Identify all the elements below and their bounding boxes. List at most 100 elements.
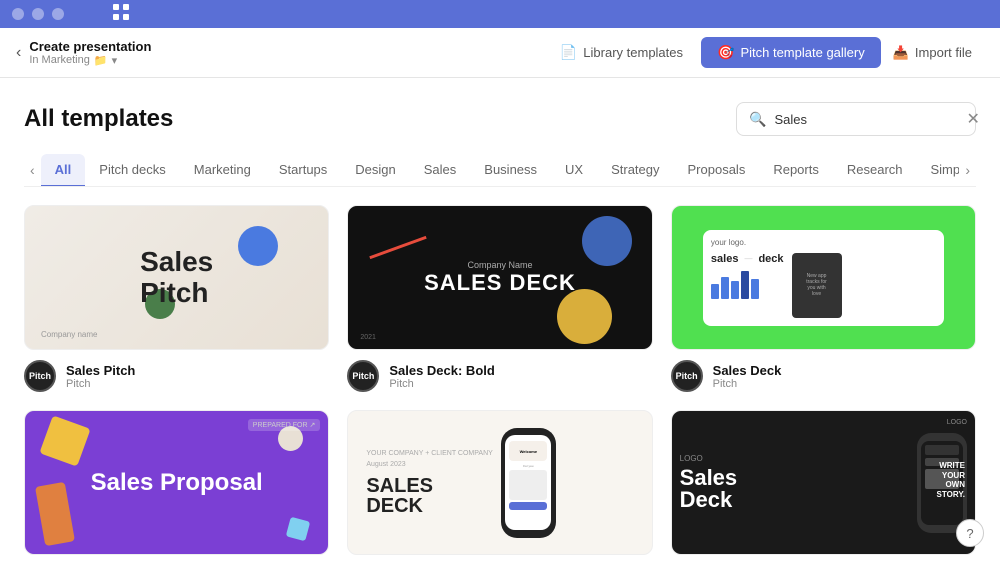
bar-4: [741, 271, 749, 299]
template-thumb-sales-deck-bold: Company Name SALES DECK 2021: [347, 205, 652, 350]
create-presentation-info: Create presentation In Marketing 📁 ▾: [29, 39, 544, 67]
filter-tab-marketing[interactable]: Marketing: [180, 154, 265, 186]
grid-icon[interactable]: [112, 3, 130, 26]
template-thumb-simple-sales: YOUR COMPANY + CLIENT COMPANY August 202…: [347, 410, 652, 555]
deck-big-text: DECK: [366, 496, 492, 516]
bar-1: [711, 284, 719, 299]
tab-library-label: Library templates: [583, 45, 683, 60]
sales-deck-bold-text: SALES DECK: [424, 270, 576, 296]
async-sales-text: Sales: [680, 467, 901, 489]
create-presentation-subtitle: In Marketing 📁 ▾: [29, 54, 544, 67]
create-presentation-title: Create presentation: [29, 39, 544, 54]
deco-blue-circle: [238, 226, 278, 266]
page-title: All templates: [24, 105, 173, 133]
filter-tab-strategy[interactable]: Strategy: [597, 154, 673, 186]
template-thumb-sales-pitch: SalesPitch Company name: [24, 205, 329, 350]
template-card-sales-proposal[interactable]: Sales Proposal PREPARED FOR ↗ Pitch Sale…: [24, 410, 329, 563]
prepared-badge: PREPARED FOR ↗: [248, 419, 321, 431]
filter-tab-simple[interactable]: Simple: [917, 154, 960, 186]
welcome-banner: Welcome: [509, 441, 547, 461]
deco-orange-rect: [35, 482, 75, 546]
async-write-text: WRITEYOUROWNSTORY.: [937, 461, 965, 499]
bar-chart: [711, 269, 784, 299]
company-name-small: Company name: [41, 330, 97, 339]
clear-search-button[interactable]: ✕: [966, 109, 979, 129]
back-button[interactable]: ‹: [16, 44, 21, 62]
subtitle-marketing: ▾: [112, 54, 118, 67]
help-button[interactable]: ?: [956, 519, 984, 547]
import-button[interactable]: 📥 Import file: [881, 39, 984, 67]
filter-tab-startups[interactable]: Startups: [265, 154, 341, 186]
date-text: August 2023: [366, 461, 492, 468]
for-you-text: For you: [509, 464, 547, 468]
template-meta-sales-deck-bold: Pitch Sales Deck: Bold Pitch: [347, 360, 652, 392]
sales-big-text: SALES: [366, 476, 492, 496]
filter-tab-sales[interactable]: Sales: [410, 154, 471, 186]
year-text: 2021: [360, 334, 376, 341]
sales-pitch-text: SalesPitch: [140, 247, 213, 309]
filter-prev-button[interactable]: ‹: [24, 156, 41, 184]
search-bar[interactable]: 🔍 ✕: [736, 102, 976, 136]
template-info-sales-pitch: Sales Pitch Pitch: [66, 363, 135, 390]
filter-tab-reports[interactable]: Reports: [759, 154, 833, 186]
template-card-sales-deck-bold[interactable]: Company Name SALES DECK 2021 Pitch Sales…: [347, 205, 652, 392]
sales-deck-text-side: sales — deck: [711, 253, 784, 299]
company-name-bold: Company Name: [467, 260, 532, 270]
filter-bar: ‹ All Pitch decks Marketing Startups Des…: [24, 154, 976, 187]
async-logo: LOGO: [680, 454, 901, 463]
template-card-sales-pitch[interactable]: SalesPitch Company name Pitch Sales Pitc…: [24, 205, 329, 392]
template-meta-sales-pitch: Pitch Sales Pitch Pitch: [24, 360, 329, 392]
deco-blue-rect: [286, 517, 310, 541]
deco-yellow-circle: [557, 289, 612, 344]
page-header: All templates 🔍 ✕: [24, 102, 976, 136]
traffic-light-max[interactable]: [52, 8, 64, 20]
filter-tab-ux[interactable]: UX: [551, 154, 597, 186]
tab-pitch-gallery[interactable]: 🎯 Pitch template gallery: [701, 37, 881, 68]
help-icon: ?: [966, 526, 973, 541]
tab-library[interactable]: 📄 Library templates: [544, 37, 699, 68]
sales-proposal-text: Sales Proposal: [91, 469, 263, 497]
template-source-sales-deck-bold: Pitch: [389, 378, 495, 390]
subtitle-text: In Marketing: [29, 54, 90, 66]
sales-deck-header: your logo.: [711, 238, 936, 247]
template-name-sales-deck-bold: Sales Deck: Bold: [389, 363, 495, 378]
filter-tab-all[interactable]: All: [41, 154, 86, 186]
template-meta-sales-deck: Pitch Sales Deck Pitch: [671, 360, 976, 392]
async-deck-text: Deck: [680, 489, 901, 511]
filter-tab-research[interactable]: Research: [833, 154, 917, 186]
pitch-avatar-sales-pitch: Pitch: [24, 360, 56, 392]
title-bar: [0, 0, 1000, 28]
cta-button: [509, 502, 547, 510]
async-logo2: LOGO: [947, 419, 967, 426]
filter-tab-business[interactable]: Business: [470, 154, 551, 186]
device-mockup: New apptracks foryou withlove: [792, 253, 842, 318]
deco-yellow-rect: [39, 415, 90, 466]
folder-icon: 📁: [94, 54, 108, 67]
template-card-simple-sales[interactable]: YOUR COMPANY + CLIENT COMPANY August 202…: [347, 410, 652, 563]
traffic-light-min[interactable]: [32, 8, 44, 20]
filter-tab-design[interactable]: Design: [341, 154, 409, 186]
filter-next-button[interactable]: ›: [959, 156, 976, 184]
search-input[interactable]: [774, 112, 950, 127]
template-card-sales-deck[interactable]: your logo. sales — deck: [671, 205, 976, 392]
traffic-light-close[interactable]: [12, 8, 24, 20]
template-name-sales-pitch: Sales Pitch: [66, 363, 135, 378]
deco-blue-circle2: [582, 216, 632, 266]
template-info-sales-deck-bold: Sales Deck: Bold Pitch: [389, 363, 495, 390]
filter-tab-pitch-decks[interactable]: Pitch decks: [85, 154, 179, 186]
simple-sales-text: YOUR COMPANY + CLIENT COMPANY August 202…: [366, 450, 492, 516]
template-name-sales-deck: Sales Deck: [713, 363, 782, 378]
template-source-sales-pitch: Pitch: [66, 378, 135, 390]
back-arrow-icon: ‹: [16, 44, 21, 62]
bar-3: [731, 281, 739, 299]
library-icon: 📄: [560, 44, 577, 61]
async-screen-bar1: [925, 445, 959, 455]
import-label: Import file: [915, 45, 972, 60]
template-card-async-sales[interactable]: LOGO Sales Deck WRITEYOUROWNSTORY. LOGO …: [671, 410, 976, 563]
search-icon: 🔍: [749, 111, 766, 128]
filter-tab-proposals[interactable]: Proposals: [674, 154, 760, 186]
top-nav: ‹ Create presentation In Marketing 📁 ▾ 📄…: [0, 28, 1000, 78]
import-icon: 📥: [893, 45, 909, 61]
deco-red-line: [370, 236, 427, 259]
company-client: YOUR COMPANY + CLIENT COMPANY: [366, 450, 492, 457]
